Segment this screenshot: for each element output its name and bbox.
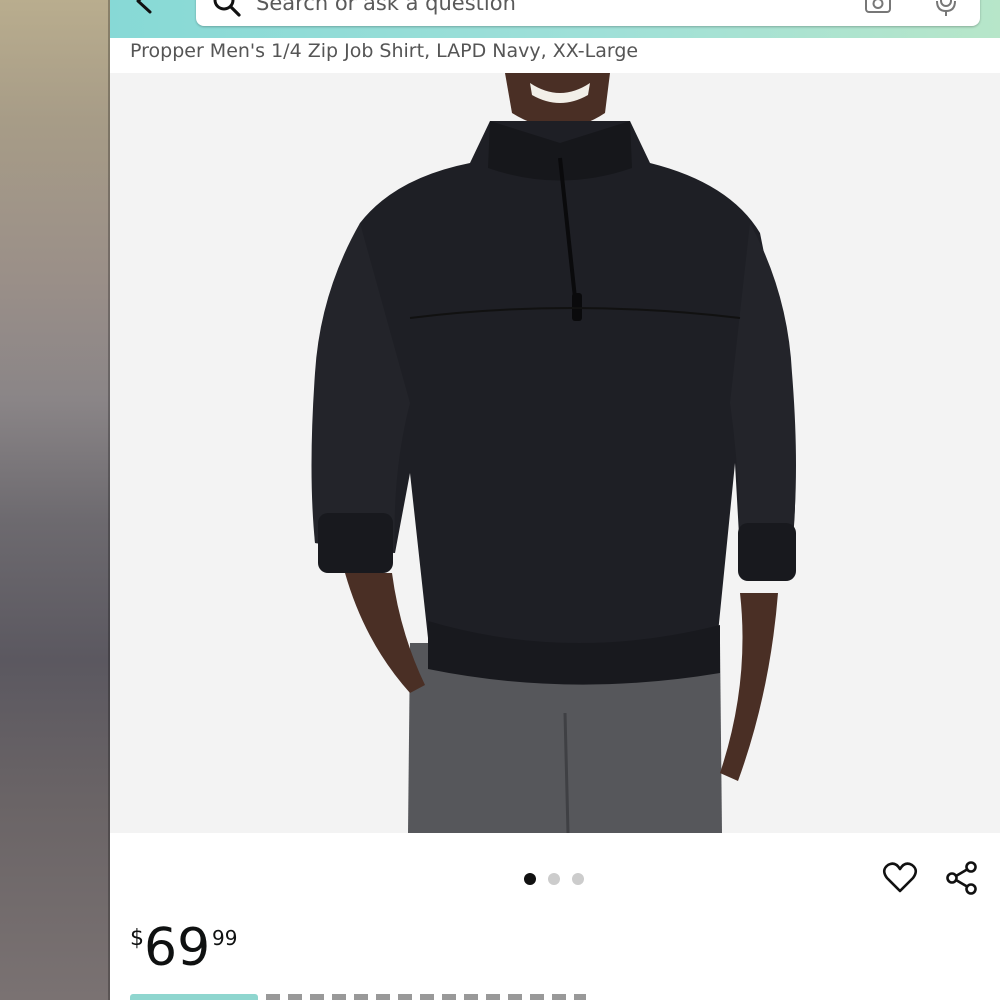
search-bar[interactable]: [196, 0, 980, 26]
product-page: Propper Men's 1/4 Zip Job Shirt, LAPD Na…: [110, 0, 1000, 1000]
share-icon[interactable]: [944, 860, 980, 896]
price-fraction: 99: [212, 926, 238, 950]
search-header: [110, 0, 1000, 38]
carousel-dot[interactable]: [524, 873, 536, 885]
search-input[interactable]: [256, 0, 816, 20]
image-carousel-dots[interactable]: [524, 872, 584, 886]
search-icon: [213, 0, 241, 17]
back-arrow-icon[interactable]: [130, 0, 160, 16]
carousel-dot[interactable]: [572, 873, 584, 885]
mic-icon[interactable]: [932, 0, 960, 18]
carousel-dot[interactable]: [548, 873, 560, 885]
product-title: Propper Men's 1/4 Zip Job Shirt, LAPD Na…: [130, 40, 639, 62]
product-image-gallery[interactable]: [110, 73, 1000, 833]
truncated-text-line: [266, 994, 586, 1000]
background-app-strip: [0, 0, 110, 1000]
price-whole: 69: [144, 918, 211, 978]
price-currency-symbol: $: [130, 926, 144, 951]
deal-badge: [130, 994, 258, 1000]
camera-icon[interactable]: [864, 0, 892, 14]
product-image[interactable]: [110, 73, 1000, 833]
heart-icon[interactable]: [882, 860, 918, 896]
